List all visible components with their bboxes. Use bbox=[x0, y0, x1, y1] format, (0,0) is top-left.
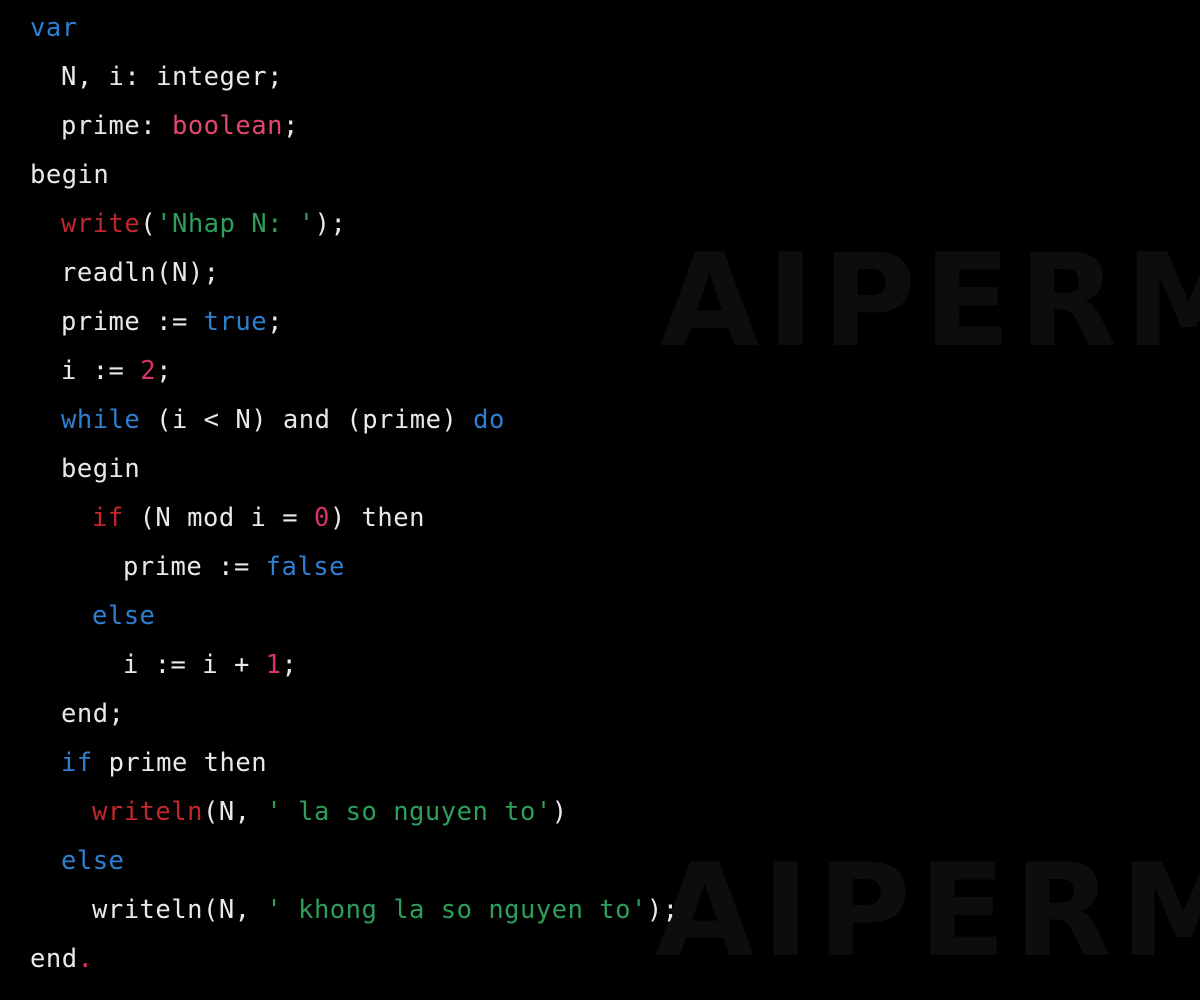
code-token-punct: ); bbox=[314, 209, 347, 239]
code-line: readln(N); bbox=[0, 249, 1200, 298]
code-token-number: 1 bbox=[265, 650, 282, 680]
code-token-string: ' la so nguyen to' bbox=[266, 797, 552, 827]
code-token-punct: ) bbox=[551, 797, 568, 827]
code-line: writeln(N, ' la so nguyen to') bbox=[0, 788, 1200, 837]
code-token-plain: (N mod i = bbox=[123, 503, 314, 533]
code-token-punct: (N, bbox=[202, 797, 267, 827]
code-token-punct: (N, bbox=[202, 895, 267, 925]
code-token-builtin: if bbox=[92, 503, 124, 533]
code-token-punct: ; bbox=[156, 356, 172, 386]
code-token-plain: prime := bbox=[61, 307, 204, 337]
code-token-keyword: while bbox=[61, 405, 141, 435]
code-line: end; bbox=[0, 690, 1200, 739]
code-line: write('Nhap N: '); bbox=[0, 200, 1200, 249]
code-token-number: 0 bbox=[313, 503, 330, 533]
code-token-keyword: false bbox=[265, 552, 345, 582]
code-token-builtin: writeln bbox=[92, 797, 203, 827]
code-line: var bbox=[0, 4, 1200, 53]
code-line: if prime then bbox=[0, 739, 1200, 788]
code-token-plain: begin bbox=[30, 160, 110, 190]
code-token-punct: ; bbox=[281, 650, 298, 680]
code-token-plain: N, i: bbox=[61, 62, 157, 92]
code-line: i := 2; bbox=[0, 347, 1200, 396]
code-token-keyword: true bbox=[203, 307, 268, 337]
code-token-string: 'Nhap N: ' bbox=[156, 209, 315, 239]
code-token-keyword: if bbox=[61, 748, 93, 778]
code-line: writeln(N, ' khong la so nguyen to'); bbox=[0, 886, 1200, 935]
code-token-plain: i := bbox=[61, 356, 141, 386]
code-token-number: . bbox=[77, 944, 94, 974]
code-line: prime := true; bbox=[0, 298, 1200, 347]
code-token-punct: ); bbox=[646, 895, 679, 925]
code-line: else bbox=[0, 592, 1200, 641]
code-token-plain: writeln bbox=[92, 895, 203, 925]
code-token-plain: begin bbox=[61, 454, 141, 484]
code-token-plain: prime := bbox=[123, 552, 266, 582]
code-line: else bbox=[0, 837, 1200, 886]
code-token-keyword: else bbox=[92, 601, 156, 631]
code-token-string: ' khong la so nguyen to' bbox=[266, 895, 647, 925]
code-line: while (i < N) and (prime) do bbox=[0, 396, 1200, 445]
code-line: prime: boolean; bbox=[0, 102, 1200, 151]
code-token-plain: end bbox=[30, 944, 78, 974]
code-line: N, i: integer; bbox=[0, 53, 1200, 102]
code-token-plain: readln(N); bbox=[61, 258, 220, 288]
code-token-builtin: write bbox=[61, 209, 141, 239]
code-token-keyword: do bbox=[473, 405, 505, 435]
code-token-punct: ; bbox=[282, 111, 299, 141]
code-token-plain: prime then bbox=[92, 748, 268, 778]
code-token-plain: integer bbox=[156, 62, 268, 92]
code-line: begin bbox=[0, 445, 1200, 494]
code-line: end. bbox=[0, 935, 1200, 984]
code-line: i := i + 1; bbox=[0, 641, 1200, 690]
code-token-plain: ) then bbox=[329, 503, 425, 533]
code-token-type: boolean bbox=[171, 111, 283, 141]
code-line: if (N mod i = 0) then bbox=[0, 494, 1200, 543]
code-token-plain: (i < N) and (prime) bbox=[140, 405, 474, 435]
code-token-punct: ( bbox=[140, 209, 157, 239]
code-line: prime := false bbox=[0, 543, 1200, 592]
code-token-number: 2 bbox=[140, 356, 157, 386]
code-editor-surface: AIPERM AIPERM var N, i: integer; prime: bo… bbox=[0, 0, 1200, 1000]
source-code-block[interactable]: var N, i: integer; prime: boolean; begin wri… bbox=[0, 0, 1200, 984]
code-token-plain: end; bbox=[61, 699, 125, 729]
code-token-punct: ; bbox=[267, 307, 283, 337]
code-token-punct: ; bbox=[267, 62, 283, 92]
code-token-keyword: var bbox=[30, 13, 78, 43]
code-token-plain: prime: bbox=[61, 111, 172, 141]
code-line: begin bbox=[0, 151, 1200, 200]
code-token-plain: i := i + bbox=[123, 650, 266, 680]
code-token-keyword: else bbox=[61, 846, 125, 876]
